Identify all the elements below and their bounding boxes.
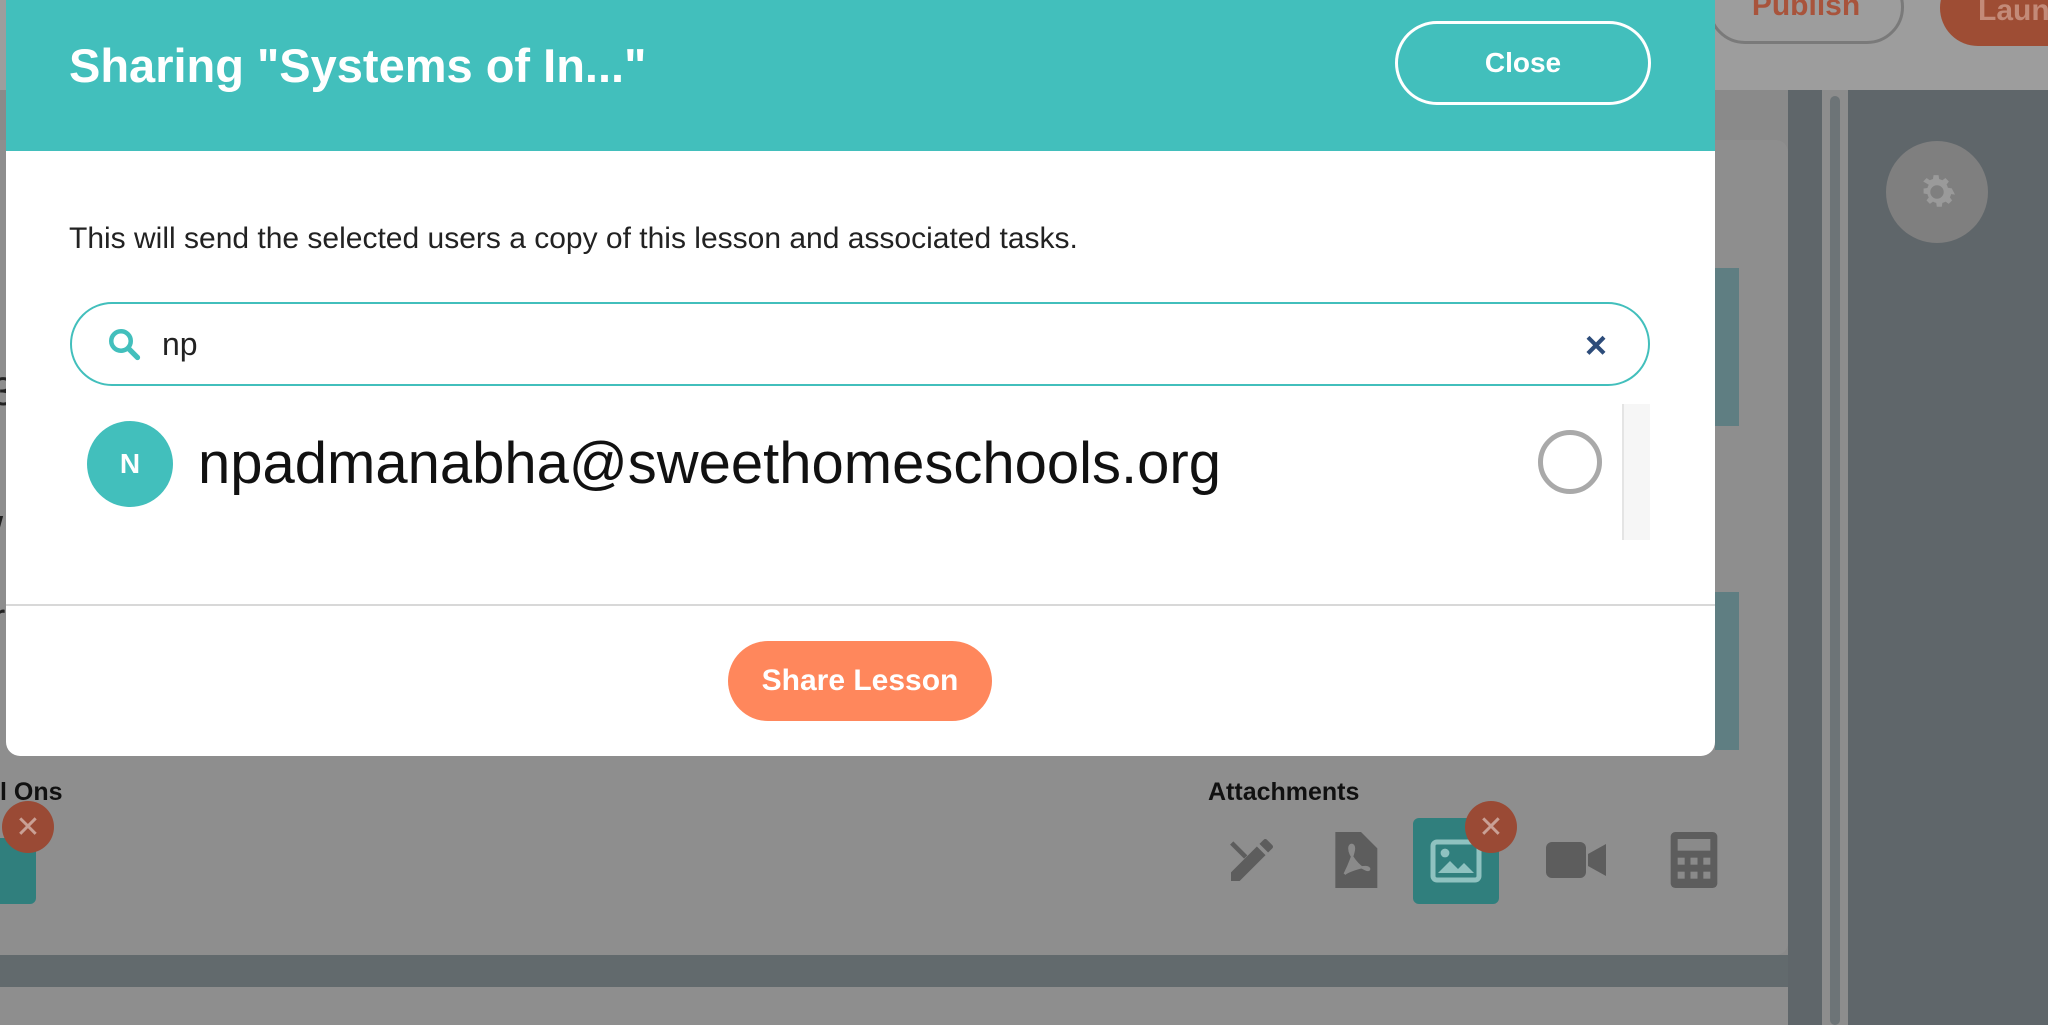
user-email: npadmanabha@sweethomeschools.org [198,431,1221,496]
user-search-input[interactable] [162,320,1542,368]
user-search-field[interactable]: × [70,302,1650,386]
background-divider [0,955,1788,987]
app-root: Publish Laun 3 / r l Ons ✕ Attachments [0,0,2048,1025]
content-image-bottom [1715,592,1739,750]
cropped-content-text: r [0,596,5,641]
select-user-radio[interactable] [1538,430,1602,494]
search-icon [109,329,141,361]
modal-title: Sharing "Systems of In..." [69,39,647,92]
modal-divider [6,604,1715,606]
attachments-label: Attachments [1208,778,1360,806]
remove-icon: ✕ [15,810,41,844]
pdf-icon [1335,832,1378,888]
remove-image-button[interactable]: ✕ [1465,801,1517,853]
pdf-button[interactable] [1320,826,1388,894]
content-image-top [1715,268,1739,426]
edit-tools-icon [1230,839,1273,881]
close-button[interactable]: Close [1395,21,1651,105]
settings-button[interactable] [1886,141,1988,243]
user-result-row[interactable]: N npadmanabha@sweethomeschools.org [70,404,1618,540]
user-results-list: N npadmanabha@sweethomeschools.org [70,404,1650,540]
remove-icon: ✕ [1478,810,1504,844]
lesson-editor-lower-panel [0,987,1788,1025]
gear-icon [1923,175,1956,207]
page-scrollbar-thumb[interactable] [1830,96,1840,1025]
modal-header: Sharing "Systems of In..." Close [6,0,1715,151]
remove-add-on-button[interactable]: ✕ [2,801,54,853]
clear-search-icon[interactable]: × [1580,327,1612,365]
calculator-icon [1670,832,1718,888]
video-icon [1546,842,1606,878]
share-lesson-modal: Sharing "Systems of In..." Close This wi… [6,0,1715,756]
video-button[interactable] [1542,826,1610,894]
modal-description: This will send the selected users a copy… [69,222,1078,255]
edit-tools-button[interactable] [1218,826,1286,894]
share-lesson-button[interactable]: Share Lesson [728,641,992,721]
results-scrollbar[interactable] [1622,404,1650,540]
calculator-button[interactable] [1660,826,1728,894]
cropped-content-text: / [0,510,3,555]
publish-button[interactable]: Publish [1708,0,1904,44]
launch-button[interactable]: Laun [1940,0,2048,46]
avatar: N [87,421,173,507]
